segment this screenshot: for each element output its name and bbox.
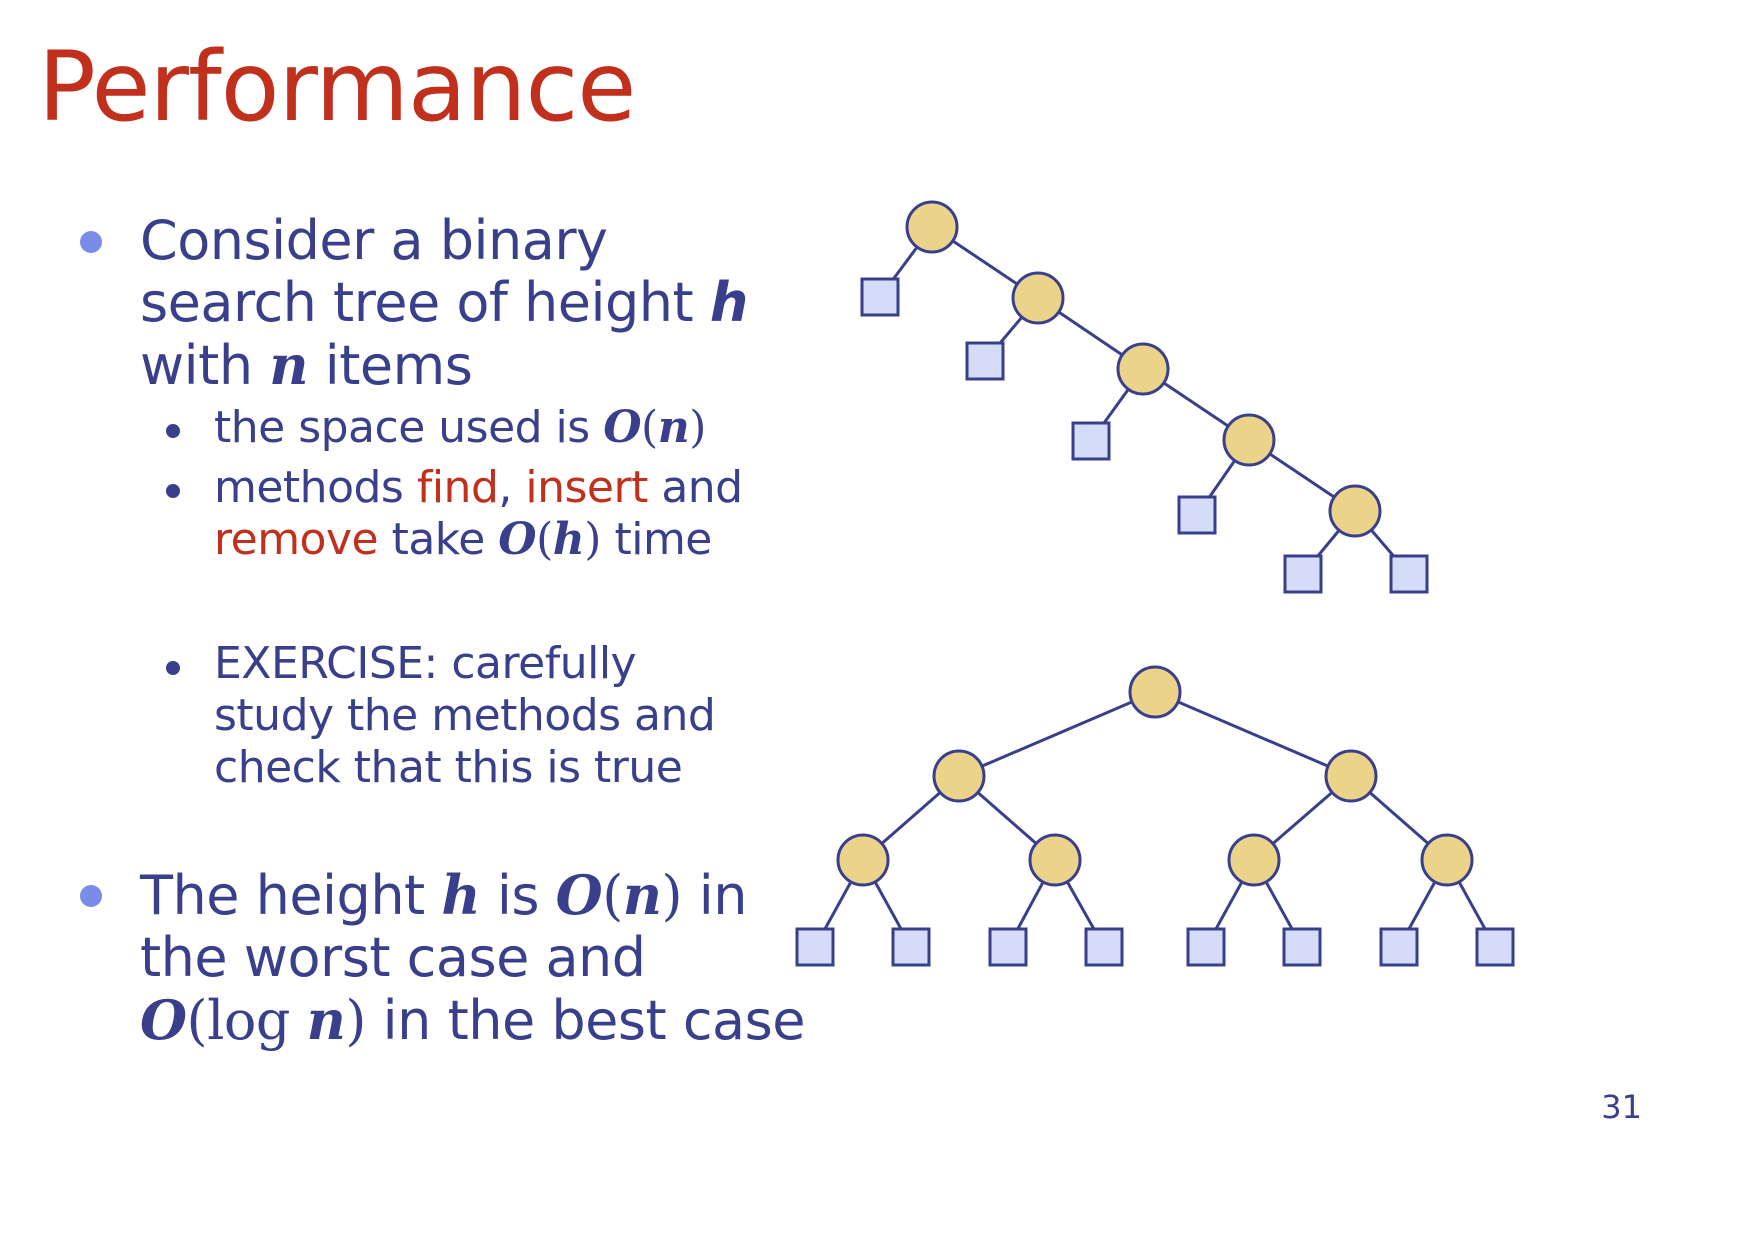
tree-leaf xyxy=(1475,927,1515,967)
tree-node xyxy=(1227,833,1281,887)
tree-node xyxy=(1116,342,1170,396)
tree-leaf xyxy=(1379,927,1419,967)
tree-node xyxy=(1324,749,1378,803)
tree-leaf xyxy=(1177,495,1217,535)
tree-leaf xyxy=(1389,554,1429,594)
degenerate-tree xyxy=(860,200,1429,594)
page-number: 31 xyxy=(1601,1088,1642,1126)
tree-node xyxy=(836,833,890,887)
tree-leaf xyxy=(891,927,931,967)
tree-node xyxy=(1420,833,1474,887)
tree-leaf xyxy=(860,277,900,317)
tree-leaf xyxy=(1282,927,1322,967)
balanced-tree xyxy=(795,665,1515,967)
tree-node xyxy=(1222,413,1276,467)
tree-leaf xyxy=(1283,554,1323,594)
tree-leaf xyxy=(965,341,1005,381)
tree-node xyxy=(932,749,986,803)
tree-leaf xyxy=(1186,927,1226,967)
tree-leaf xyxy=(795,927,835,967)
tree-leaf xyxy=(1084,927,1124,967)
tree-leaf xyxy=(988,927,1028,967)
tree-node xyxy=(1028,833,1082,887)
tree-leaf xyxy=(1071,421,1111,461)
tree-node xyxy=(1011,271,1065,325)
tree-node xyxy=(1328,484,1382,538)
tree-diagrams xyxy=(795,200,1515,967)
tree-node xyxy=(905,200,959,254)
tree-node xyxy=(1128,665,1182,719)
slide: Performance Consider a binary search tre… xyxy=(0,0,1752,1258)
